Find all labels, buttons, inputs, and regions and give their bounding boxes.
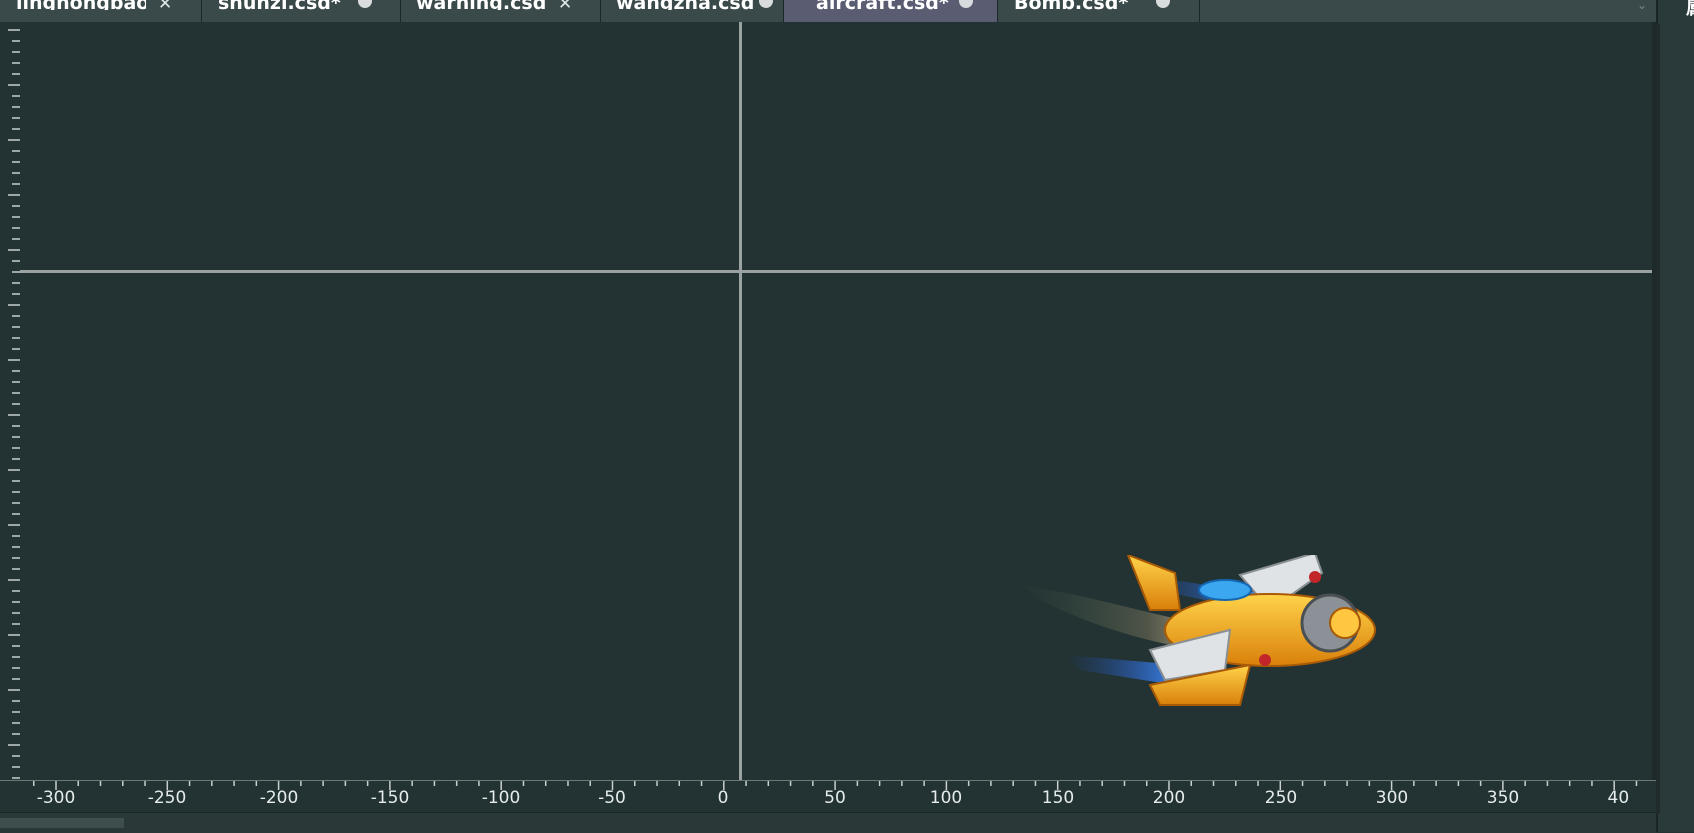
tab-label: aircraft.csd* [816, 0, 966, 10]
tab-close-icon[interactable]: ✕ [558, 0, 572, 13]
tab-warning[interactable]: warning.csd ✕ [401, 0, 601, 22]
canvas-right-edge [1652, 22, 1656, 780]
ruler-label: -300 [36, 788, 76, 808]
nose-cone [1329, 607, 1361, 639]
vertical-ruler [0, 22, 21, 780]
tab-unsaved-dot-icon[interactable] [759, 0, 773, 8]
origin-x-axis-line [20, 270, 1656, 273]
ruler-label: 150 [1041, 788, 1075, 808]
tab-label: linghongbao [16, 0, 146, 10]
tab-overflow-chevron-icon[interactable]: ⌄ [1630, 0, 1654, 14]
ruler-label: 40 [1607, 788, 1630, 808]
tab-close-icon[interactable]: ✕ [158, 0, 172, 13]
vertical-ruler-ticks [8, 29, 20, 779]
tab-label: wangzha.csd [616, 0, 758, 10]
tab-shunzi[interactable]: shunzi.csd* [202, 0, 401, 22]
origin-y-axis-line [739, 22, 742, 780]
aircraft-sprite[interactable] [1000, 555, 1470, 775]
tab-unsaved-dot-icon[interactable] [1156, 0, 1170, 8]
tab-aircraft[interactable]: aircraft.csd* [784, 0, 998, 22]
properties-panel-edge[interactable]: 属 [1656, 0, 1694, 832]
ruler-label: 250 [1264, 788, 1298, 808]
tab-unsaved-dot-icon[interactable] [959, 0, 973, 8]
ruler-label: 350 [1486, 788, 1520, 808]
gun-bottom [1259, 654, 1271, 666]
scrollbar-thumb[interactable] [0, 818, 124, 828]
ruler-label: 0 [717, 788, 729, 808]
tab-wangzha[interactable]: wangzha.csd [601, 0, 784, 22]
tab-label: Bomb.csd* [1014, 0, 1154, 10]
vertical-scrollbar[interactable] [1656, 24, 1660, 814]
tail-fin [1126, 555, 1182, 611]
tab-label: warning.csd [416, 0, 552, 10]
ruler-label: 50 [824, 788, 846, 808]
bottom-scrollbar[interactable] [0, 812, 1656, 833]
document-tab-bar: linghongbao ✕ shunzi.csd* warning.csd ✕ … [0, 0, 1656, 23]
tab-unsaved-dot-icon[interactable] [358, 0, 372, 8]
ruler-label: -150 [370, 788, 410, 808]
properties-panel-title: 属 [1686, 0, 1694, 20]
ruler-label: 300 [1375, 788, 1409, 808]
ruler-label: -100 [481, 788, 521, 808]
gun-top [1309, 571, 1321, 583]
tab-bomb[interactable]: Bomb.csd* [998, 0, 1200, 22]
horizontal-ruler: -300 -250 -200 -150 -100 -50 0 50 100 15… [0, 780, 1656, 813]
ruler-label: -200 [259, 788, 299, 808]
cockpit [1198, 579, 1252, 601]
ruler-label: 100 [929, 788, 963, 808]
tab-linghongbao[interactable]: linghongbao ✕ [0, 0, 202, 22]
ruler-label: -50 [598, 788, 626, 808]
ruler-label: 200 [1152, 788, 1186, 808]
tab-label: shunzi.csd* [218, 0, 368, 10]
ruler-label: -250 [147, 788, 187, 808]
